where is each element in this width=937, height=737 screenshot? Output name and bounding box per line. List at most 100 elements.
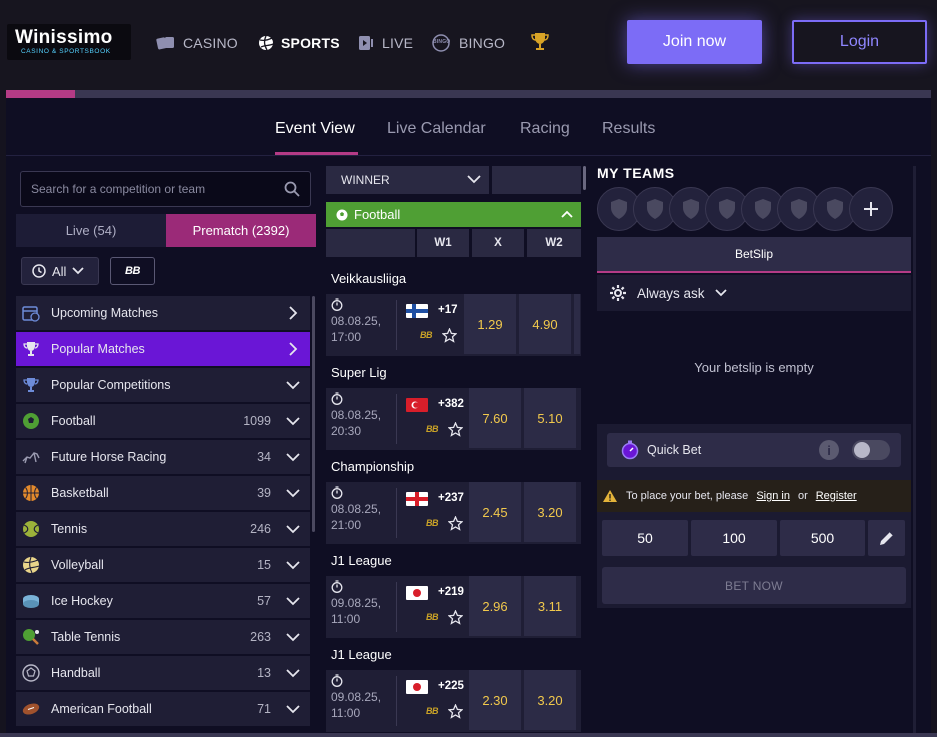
more-markets-count[interactable]: +219 xyxy=(438,586,464,598)
sport-header-football[interactable]: Football xyxy=(326,202,581,227)
league-title[interactable]: Super Lig xyxy=(331,365,387,380)
match-row[interactable]: 09.08.25, 11:00 +225 BB 2.30 3.20 xyxy=(326,670,581,732)
stake-100-button[interactable]: 100 xyxy=(691,520,777,556)
add-team-button[interactable] xyxy=(849,187,893,231)
odd-w1[interactable]: 1.29 xyxy=(464,294,516,354)
betslip-scrollbar[interactable] xyxy=(913,166,916,737)
stopwatch-icon xyxy=(621,440,639,460)
star-icon[interactable] xyxy=(448,704,463,719)
plus-icon xyxy=(864,202,878,216)
live-tab[interactable]: Live (54) xyxy=(16,214,166,247)
match-date: 08.08.25, xyxy=(331,408,382,422)
tab-event-view[interactable]: Event View xyxy=(275,120,355,138)
match-row[interactable]: 09.08.25, 11:00 +219 BB 2.96 3.11 xyxy=(326,576,581,638)
chevron-down-icon xyxy=(714,289,727,297)
more-markets-count[interactable]: +237 xyxy=(438,492,464,504)
match-time: 11:00 xyxy=(331,706,361,720)
search-icon[interactable] xyxy=(284,181,300,197)
sidebar-item-count: 1099 xyxy=(243,414,271,428)
market-select-value: WINNER xyxy=(341,173,390,187)
sidebar-item-popular-competitions[interactable]: Popular Competitions xyxy=(16,368,310,402)
login-button[interactable]: Login xyxy=(792,20,927,64)
odd-w1[interactable]: 2.45 xyxy=(469,482,521,542)
prematch-tab[interactable]: Prematch (2392) xyxy=(166,214,316,247)
sidebar-item-tennis[interactable]: Tennis 246 xyxy=(16,512,310,546)
odd-w1[interactable]: 2.30 xyxy=(469,670,521,730)
info-icon[interactable]: i xyxy=(819,440,839,460)
nav-casino[interactable]: CASINO xyxy=(156,33,238,53)
chevron-down-icon xyxy=(467,175,481,184)
odd-x[interactable]: 5.10 xyxy=(524,388,576,448)
register-link[interactable]: Register xyxy=(816,490,857,502)
tennis-ball-icon xyxy=(23,521,39,537)
tab-betslip[interactable]: BetSlip xyxy=(597,237,911,273)
match-datetime: 08.08.25, 20:30 xyxy=(331,407,391,439)
betbuilder-filter[interactable]: BB xyxy=(110,257,155,285)
market-select[interactable]: WINNER xyxy=(326,166,489,194)
sidebar-item-future-horse-racing[interactable]: Future Horse Racing 34 xyxy=(16,440,310,474)
more-markets-count[interactable]: +17 xyxy=(438,304,458,316)
league-title[interactable]: J1 League xyxy=(331,647,392,662)
search-input[interactable] xyxy=(21,172,276,206)
trophy-icon xyxy=(23,342,39,356)
winissimo-logo[interactable]: Winissimo CASINO & SPORTSBOOK xyxy=(7,24,131,60)
odds-change-setting[interactable]: Always ask xyxy=(597,275,911,311)
sidebar-item-american-football[interactable]: American Football 71 xyxy=(16,692,310,726)
sidebar-item-ice-hockey[interactable]: Ice Hockey 57 xyxy=(16,584,310,618)
league-title[interactable]: Veikkausliiga xyxy=(331,271,406,286)
odd-w2-partial[interactable] xyxy=(574,294,580,354)
tab-racing[interactable]: Racing xyxy=(520,120,570,138)
nav-bingo[interactable]: BINGO BINGO xyxy=(430,33,505,53)
odd-x[interactable]: 3.20 xyxy=(524,482,576,542)
odd-w1[interactable]: 7.60 xyxy=(469,388,521,448)
stake-500-button[interactable]: 500 xyxy=(780,520,865,556)
edit-stakes-button[interactable] xyxy=(868,520,905,556)
nav-promotions[interactable] xyxy=(529,31,551,51)
odd-w1[interactable]: 2.96 xyxy=(469,576,521,636)
chevron-down-icon xyxy=(286,417,300,426)
league-title[interactable]: J1 League xyxy=(331,553,392,568)
sign-in-link[interactable]: Sign in xyxy=(756,490,790,502)
odds-header-w1: W1 xyxy=(417,229,469,257)
sidebar-item-upcoming-matches[interactable]: Upcoming Matches xyxy=(16,296,310,330)
star-icon[interactable] xyxy=(448,422,463,437)
bet-now-button[interactable]: BET NOW xyxy=(602,567,906,604)
league-title[interactable]: Championship xyxy=(331,459,414,474)
match-row[interactable]: 08.08.25, 20:30 +382 BB 7.60 5.10 xyxy=(326,388,581,450)
sidebar-item-popular-matches[interactable]: Popular Matches xyxy=(16,332,310,366)
match-row[interactable]: 08.08.25, 17:00 +17 BB 1.29 4.90 xyxy=(326,294,581,356)
nav-live[interactable]: LIVE xyxy=(357,33,413,53)
sidebar-item-football[interactable]: Football 1099 xyxy=(16,404,310,438)
star-icon[interactable] xyxy=(448,610,463,625)
join-now-button[interactable]: Join now xyxy=(627,20,762,64)
logo-text: Winissimo xyxy=(15,27,113,48)
odds-change-value: Always ask xyxy=(637,285,705,301)
time-filter-select[interactable]: All xyxy=(21,257,99,285)
match-datetime: 08.08.25, 17:00 xyxy=(331,313,391,345)
market-select-secondary[interactable] xyxy=(492,166,581,194)
sidebar-item-basketball[interactable]: Basketball 39 xyxy=(16,476,310,510)
match-datetime: 09.08.25, 11:00 xyxy=(331,595,391,627)
bingo-icon-text: BINGO xyxy=(433,39,451,45)
stake-50-button[interactable]: 50 xyxy=(602,520,688,556)
sidebar-item-volleyball[interactable]: Volleyball 15 xyxy=(16,548,310,582)
star-icon[interactable] xyxy=(448,516,463,531)
quick-bet-toggle[interactable] xyxy=(852,440,890,460)
more-markets-count[interactable]: +225 xyxy=(438,680,464,692)
odd-x[interactable]: 3.11 xyxy=(524,576,576,636)
handball-icon xyxy=(22,664,40,682)
sidebar-item-handball[interactable]: Handball 13 xyxy=(16,656,310,690)
star-icon[interactable] xyxy=(442,328,457,343)
sidebar-item-count: 263 xyxy=(250,630,271,644)
events-scrollbar[interactable] xyxy=(583,166,586,190)
nav-sports[interactable]: SPORTS xyxy=(258,33,340,53)
chevron-down-icon xyxy=(286,597,300,606)
sidebar-scrollbar[interactable] xyxy=(312,296,315,532)
tab-results[interactable]: Results xyxy=(602,120,655,138)
sidebar-item-table-tennis[interactable]: Table Tennis 263 xyxy=(16,620,310,654)
match-row[interactable]: 08.08.25, 21:00 +237 BB 2.45 3.20 xyxy=(326,482,581,544)
tab-live-calendar[interactable]: Live Calendar xyxy=(387,120,486,138)
more-markets-count[interactable]: +382 xyxy=(438,398,464,410)
odd-x[interactable]: 4.90 xyxy=(519,294,571,354)
odd-x[interactable]: 3.20 xyxy=(524,670,576,730)
